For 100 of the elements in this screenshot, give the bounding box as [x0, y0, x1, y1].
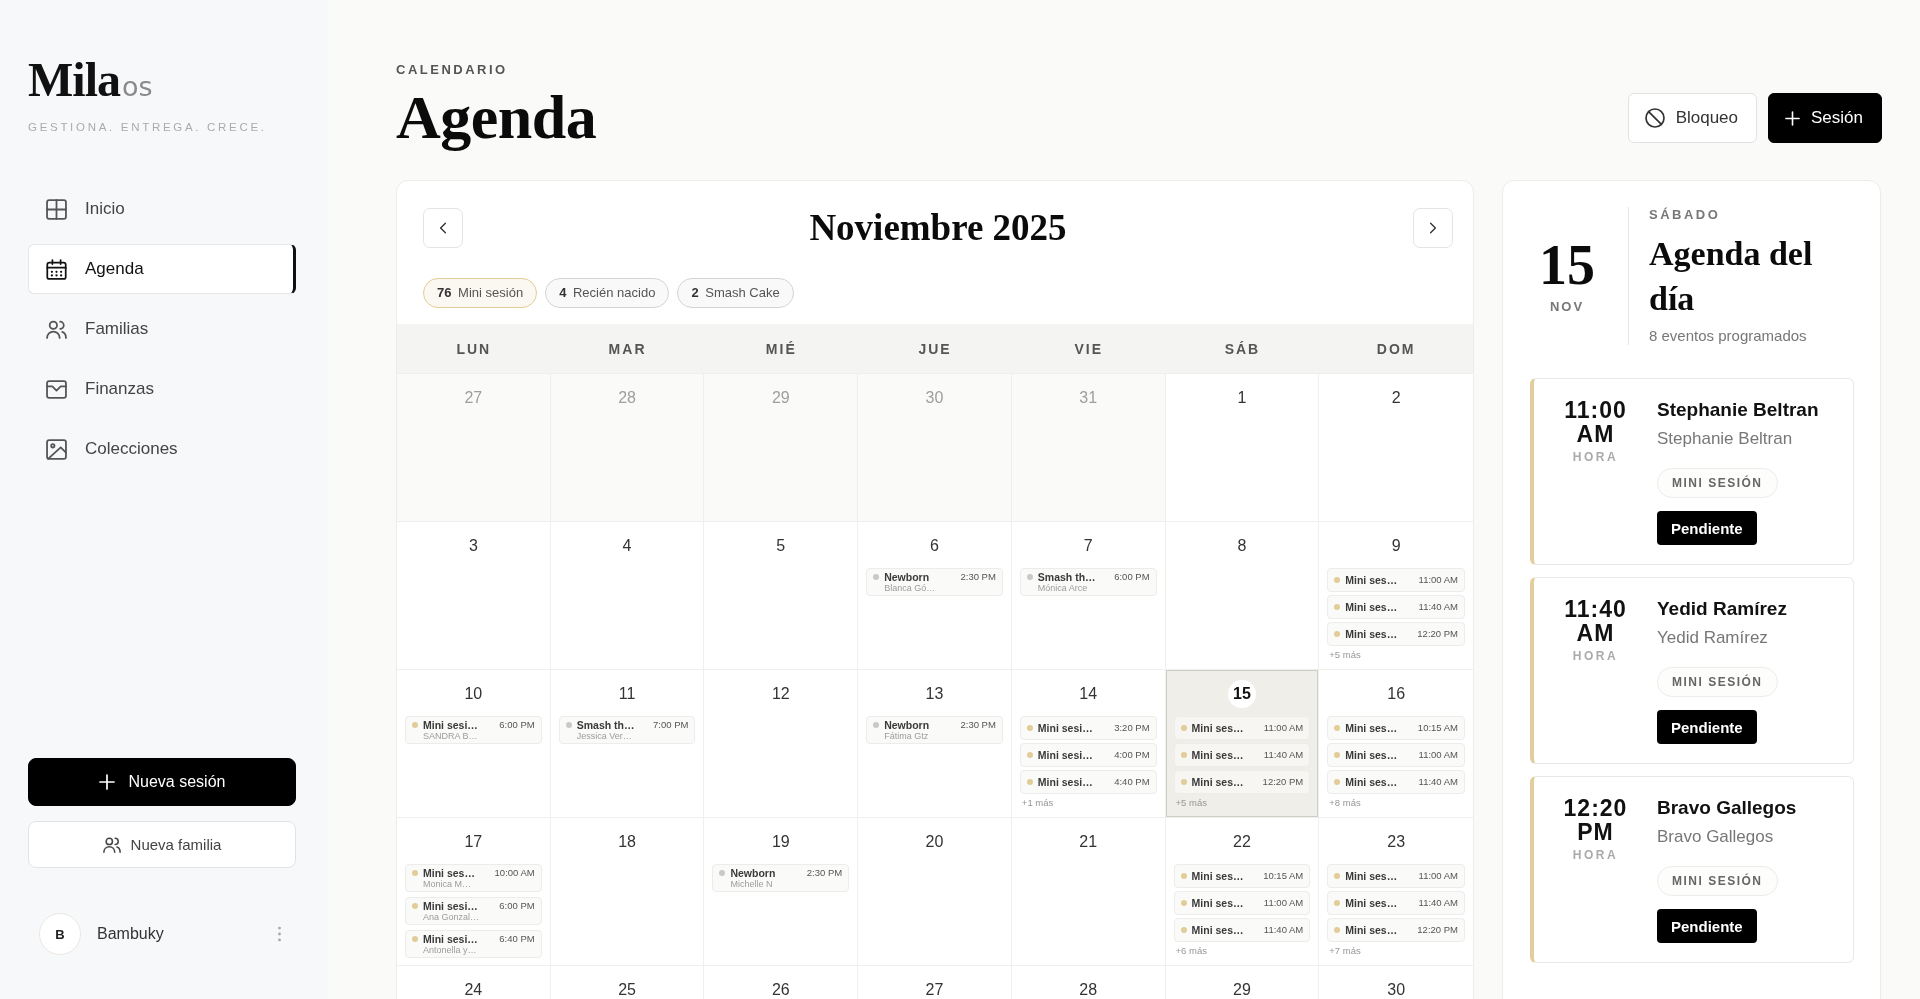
- day-number[interactable]: 20: [925, 834, 944, 850]
- event-chip[interactable]: Mini ses… 10:15 AM: [1327, 716, 1465, 740]
- tagline: GESTIONA. ENTREGA. CRECE.: [28, 120, 267, 134]
- day-number[interactable]: 23: [1387, 834, 1406, 850]
- panel-title: Agenda del día: [1649, 234, 1814, 319]
- nav-item[interactable]: Finanzas: [28, 364, 296, 414]
- event-client: Blanca Gó…: [884, 583, 936, 593]
- event-title: Mini ses…: [1345, 601, 1398, 613]
- appointment-card[interactable]: 11:00 AM HORA Stephanie Beltran Stephanie Beltran MINI SESIÓN Pendiente: [1530, 378, 1854, 565]
- event-time: 2:30 PM: [960, 571, 996, 583]
- event-chip[interactable]: Smash th… 7:00 PM Jessica Ver…: [558, 716, 696, 744]
- event-chip[interactable]: Mini ses… 11:40 AM: [1173, 743, 1311, 767]
- event-chip[interactable]: Mini ses… 11:00 AM: [1173, 716, 1311, 740]
- day-number[interactable]: 6: [930, 538, 939, 554]
- day-number[interactable]: 26: [771, 982, 790, 998]
- event-chip[interactable]: Mini ses… 11:00 AM: [1173, 891, 1311, 915]
- event-title: Mini ses…: [1345, 897, 1398, 909]
- day-number[interactable]: 25: [618, 982, 636, 998]
- appointment-card[interactable]: 12:20 PM HORA Bravo Gallegos Bravo Gallegos MINI SESIÓN Pendiente: [1530, 776, 1854, 963]
- status-button[interactable]: Pendiente: [1657, 909, 1757, 943]
- session-button[interactable]: Sesión: [1768, 93, 1882, 143]
- day-number[interactable]: 16: [1387, 686, 1406, 702]
- day-number[interactable]: 3: [468, 538, 478, 554]
- day-number[interactable]: 10: [464, 686, 483, 702]
- event-chip[interactable]: Mini ses… 12:20 PM: [1173, 770, 1311, 794]
- event-chip[interactable]: Mini sesi… 4:40 PM: [1019, 770, 1157, 794]
- day-number[interactable]: 15: [1227, 680, 1256, 708]
- block-button[interactable]: Bloqueo: [1627, 93, 1757, 143]
- event-chip[interactable]: Mini ses… 10:00 AM Monica M…: [405, 864, 542, 892]
- event-time: 7:00 PM: [653, 719, 689, 731]
- event-chip[interactable]: Newborn 2:30 PM Michelle N: [712, 864, 850, 892]
- event-chip[interactable]: Mini ses… 11:40 AM: [1327, 770, 1465, 794]
- day-number[interactable]: 24: [464, 982, 483, 998]
- session-tag: MINI SESIÓN: [1657, 667, 1778, 697]
- day-number[interactable]: 30: [1387, 982, 1406, 998]
- section-label: CALENDARIO: [396, 62, 509, 78]
- appointment-time: 12:20: [1563, 796, 1628, 820]
- event-chip[interactable]: Mini ses… 11:40 AM: [1173, 918, 1311, 942]
- event-title: Mini ses…: [1191, 776, 1244, 788]
- filter-chip[interactable]: 2 Smash Cake: [677, 278, 794, 308]
- nav-item[interactable]: Inicio: [28, 184, 296, 234]
- weekday-label: MAR: [608, 340, 647, 357]
- day-number[interactable]: 14: [1079, 686, 1098, 702]
- filter-chip[interactable]: 76 Mini sesión: [423, 278, 538, 308]
- event-client: Fátima Gtz: [884, 731, 929, 741]
- day-number[interactable]: 12: [771, 686, 790, 702]
- day-number[interactable]: 21: [1079, 834, 1098, 850]
- new-family-button[interactable]: Nueva familia: [28, 821, 296, 868]
- event-chip[interactable]: Mini sesi… 6:40 PM Antonella y…: [405, 930, 542, 958]
- appointment-period: PM: [1577, 820, 1614, 844]
- event-time: 11:40 AM: [1418, 897, 1458, 909]
- event-chip[interactable]: Mini ses… 12:20 PM: [1327, 918, 1465, 942]
- status-button[interactable]: Pendiente: [1657, 710, 1757, 744]
- event-chip[interactable]: Mini sesi… 3:20 PM: [1019, 716, 1157, 740]
- appointment-time: 11:40: [1564, 597, 1627, 621]
- day-number[interactable]: 13: [925, 686, 944, 702]
- event-chip[interactable]: Mini sesi… 6:00 PM SANDRA B…: [405, 716, 542, 744]
- event-chip[interactable]: Newborn 2:30 PM Fátima Gtz: [866, 716, 1003, 744]
- event-chip[interactable]: Mini sesi… 6:00 PM Ana Gonzal…: [405, 897, 542, 925]
- filter-chip[interactable]: 4 Recién nacido: [545, 278, 670, 308]
- event-chip[interactable]: Mini ses… 11:00 AM: [1327, 568, 1465, 592]
- day-number[interactable]: 22: [1233, 834, 1251, 850]
- weekday-label: JUE: [918, 340, 952, 357]
- event-chip[interactable]: Newborn 2:30 PM Blanca Gó…: [866, 568, 1003, 596]
- event-chip[interactable]: Mini ses… 12:20 PM: [1327, 622, 1465, 646]
- event-chip[interactable]: Smash th… 6:00 PM Mónica Arce: [1019, 568, 1157, 596]
- day-number[interactable]: 9: [1391, 538, 1401, 554]
- appointment-card[interactable]: 11:40 AM HORA Yedid Ramírez Yedid Ramírez MINI SESIÓN Pendiente: [1530, 577, 1854, 764]
- time-caption: HORA: [1572, 649, 1619, 663]
- day-number[interactable]: 4: [622, 538, 632, 554]
- event-chip[interactable]: Mini ses… 10:15 AM: [1173, 864, 1311, 888]
- day-number[interactable]: 27: [925, 982, 944, 998]
- more-icon[interactable]: [277, 926, 282, 942]
- event-title: Mini sesi…: [1037, 722, 1093, 734]
- day-number[interactable]: 18: [618, 834, 636, 850]
- next-month-button[interactable]: [1413, 208, 1453, 248]
- event-chip[interactable]: Mini ses… 11:00 AM: [1327, 864, 1465, 888]
- event-time: 4:40 PM: [1114, 776, 1150, 788]
- day-number[interactable]: 8: [1237, 538, 1247, 554]
- event-chip[interactable]: Mini ses… 11:40 AM: [1327, 891, 1465, 915]
- event-title: Mini ses…: [1191, 870, 1244, 882]
- day-number[interactable]: 7: [1083, 538, 1093, 554]
- day-number[interactable]: 19: [771, 834, 790, 850]
- day-number[interactable]: 11: [618, 686, 636, 702]
- day-number[interactable]: 2: [1391, 390, 1401, 406]
- brand-suffix: os: [122, 72, 153, 102]
- event-chip[interactable]: Mini ses… 11:40 AM: [1327, 595, 1465, 619]
- day-number[interactable]: 17: [464, 834, 483, 850]
- nav-item[interactable]: Colecciones: [28, 424, 296, 474]
- nav-item[interactable]: Agenda: [28, 244, 296, 294]
- day-number[interactable]: 29: [1233, 982, 1251, 998]
- status-button[interactable]: Pendiente: [1657, 511, 1757, 545]
- event-chip[interactable]: Mini ses… 11:00 AM: [1327, 743, 1465, 767]
- nav-item[interactable]: Familias: [28, 304, 296, 354]
- event-chip[interactable]: Mini sesi… 4:00 PM: [1019, 743, 1157, 767]
- day-number[interactable]: 28: [1079, 982, 1098, 998]
- day-number[interactable]: 5: [776, 538, 786, 554]
- day-number[interactable]: 1: [1237, 390, 1247, 406]
- prev-month-button[interactable]: [423, 208, 463, 248]
- new-session-button[interactable]: Nueva sesión: [28, 758, 296, 806]
